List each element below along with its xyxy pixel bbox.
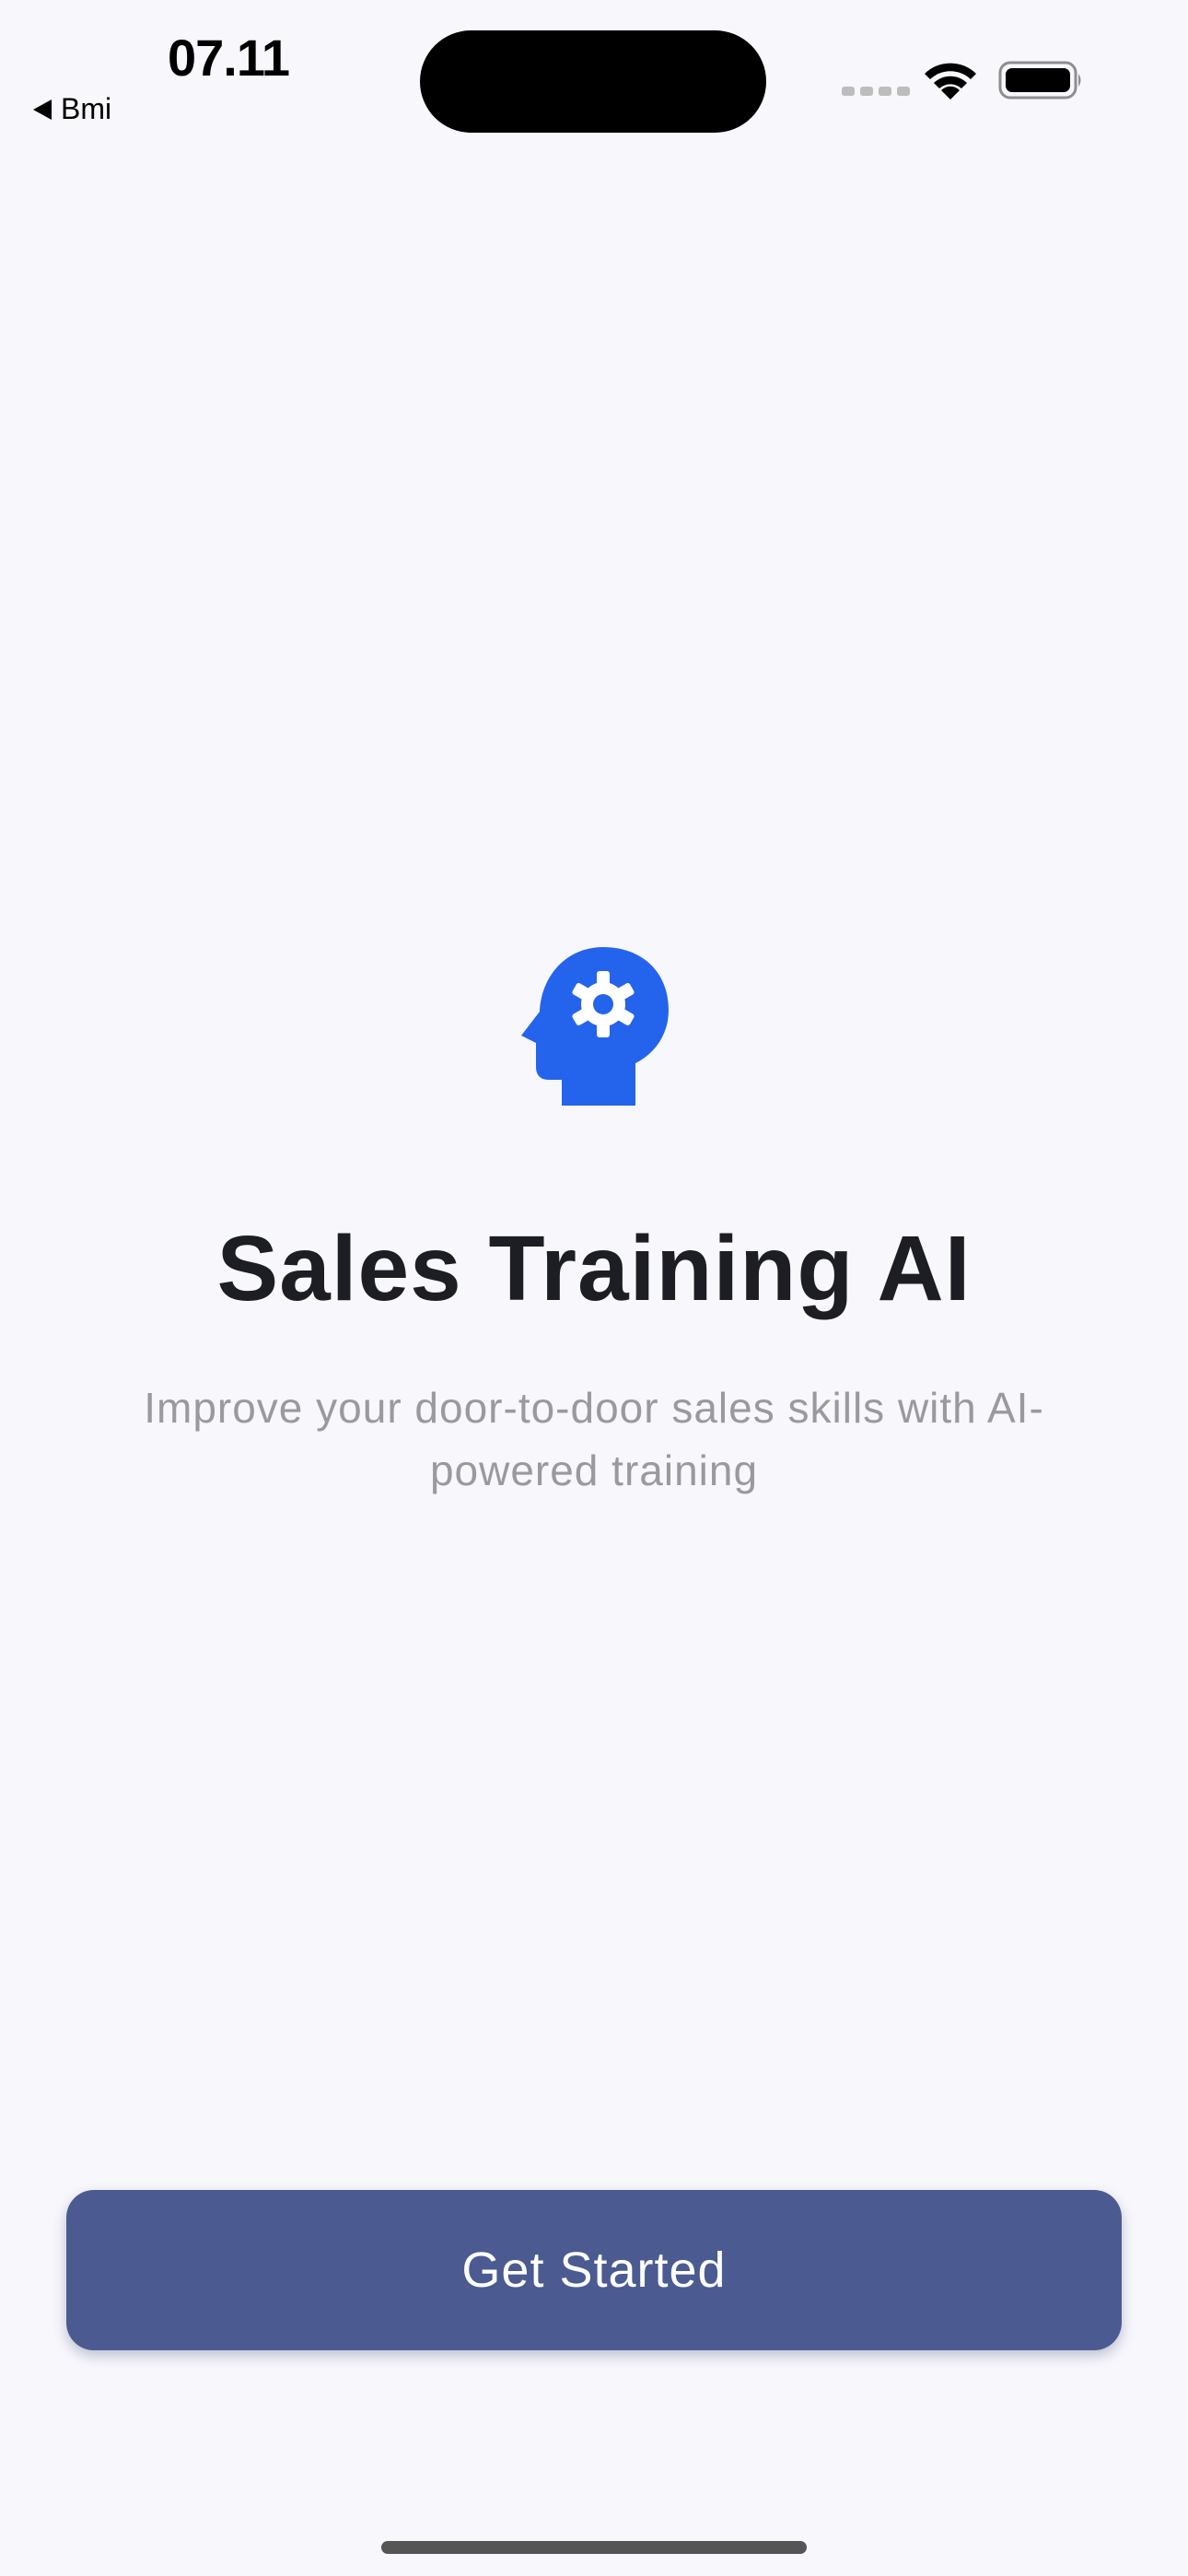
back-to-app-link[interactable]: Bmi <box>33 92 111 126</box>
wifi-icon <box>925 63 976 100</box>
back-app-label: Bmi <box>61 92 112 125</box>
cellular-signal-icon <box>842 87 910 96</box>
head-gear-icon <box>521 947 669 1106</box>
battery-icon <box>998 61 1081 100</box>
home-indicator[interactable] <box>381 2541 807 2554</box>
page-title: Sales Training AI <box>216 1217 972 1320</box>
back-triangle-icon <box>33 99 52 120</box>
dynamic-island <box>420 30 766 133</box>
get-started-button[interactable]: Get Started <box>66 2190 1122 2350</box>
status-bar: 07.11 Bmi <box>0 0 1188 147</box>
page-subtitle: Improve your door-to-door sales skills w… <box>144 1384 1044 1494</box>
status-time: 07.11 <box>168 29 290 87</box>
